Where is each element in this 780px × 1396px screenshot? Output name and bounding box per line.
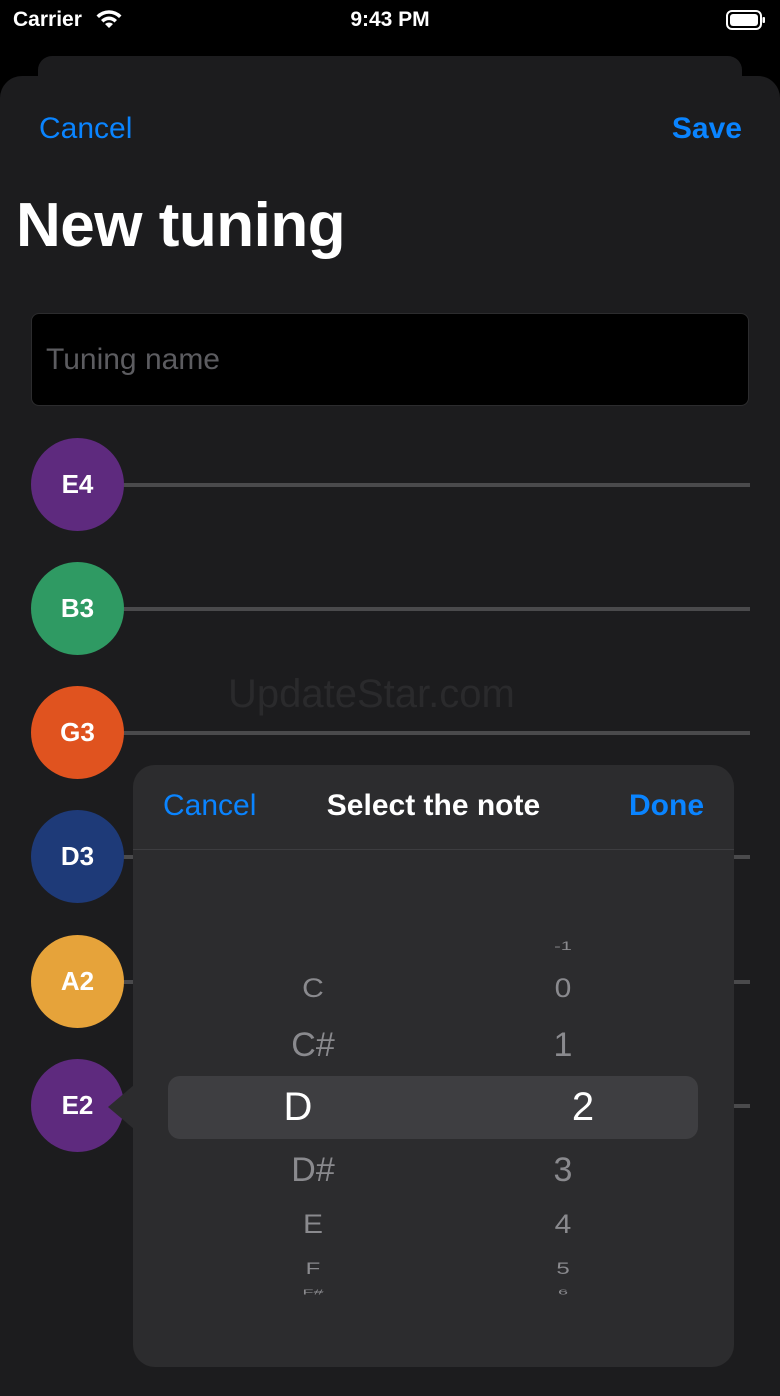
note-button-d3[interactable]: D3	[31, 810, 124, 903]
status-time: 9:43 PM	[350, 8, 430, 31]
octave-wheel-item[interactable]: 4	[513, 1210, 613, 1241]
page-title: New tuning	[16, 191, 346, 260]
note-button-b3[interactable]: B3	[31, 562, 124, 655]
popover-header: Cancel Select the note Done	[133, 765, 734, 850]
octave-wheel-item[interactable]: 6	[513, 1288, 613, 1296]
note-button-a2[interactable]: A2	[31, 935, 124, 1028]
octave-wheel-item[interactable]: -1	[513, 940, 613, 954]
octave-wheel-item[interactable]: 1	[513, 1026, 613, 1065]
octave-wheel-item[interactable]: 0	[513, 974, 613, 1005]
string-line	[121, 607, 750, 611]
string-line	[121, 483, 750, 487]
cancel-button[interactable]: Cancel	[39, 112, 132, 146]
note-button-e4[interactable]: E4	[31, 438, 124, 531]
note-wheel-item[interactable]: C	[253, 974, 373, 1005]
popover-arrow	[108, 1085, 134, 1129]
status-bar: Carrier 9:43 PM	[0, 0, 780, 40]
string-line	[121, 731, 750, 735]
tuning-name-field[interactable]	[31, 313, 749, 406]
note-button-g3[interactable]: G3	[31, 686, 124, 779]
note-wheel-item[interactable]: F	[253, 1259, 373, 1279]
note-wheel-item[interactable]: D#	[253, 1151, 373, 1190]
picker-done-button[interactable]: Done	[629, 789, 704, 823]
note-wheel-selected[interactable]: D	[238, 1085, 358, 1130]
note-wheel-item[interactable]: E	[253, 1210, 373, 1241]
note-wheel-item[interactable]: C#	[253, 1026, 373, 1065]
octave-wheel-item[interactable]: 3	[513, 1151, 613, 1190]
note-picker-popover: Cancel Select the note Done C C# D D# E …	[133, 765, 734, 1367]
note-wheel-item[interactable]: F#	[253, 1288, 373, 1296]
string-row: E4	[31, 438, 750, 532]
battery-icon	[726, 10, 765, 30]
octave-wheel-item[interactable]: 5	[513, 1259, 613, 1279]
save-button[interactable]: Save	[672, 112, 742, 146]
string-row: B3	[31, 562, 750, 656]
octave-wheel-selected[interactable]: 2	[533, 1085, 633, 1130]
